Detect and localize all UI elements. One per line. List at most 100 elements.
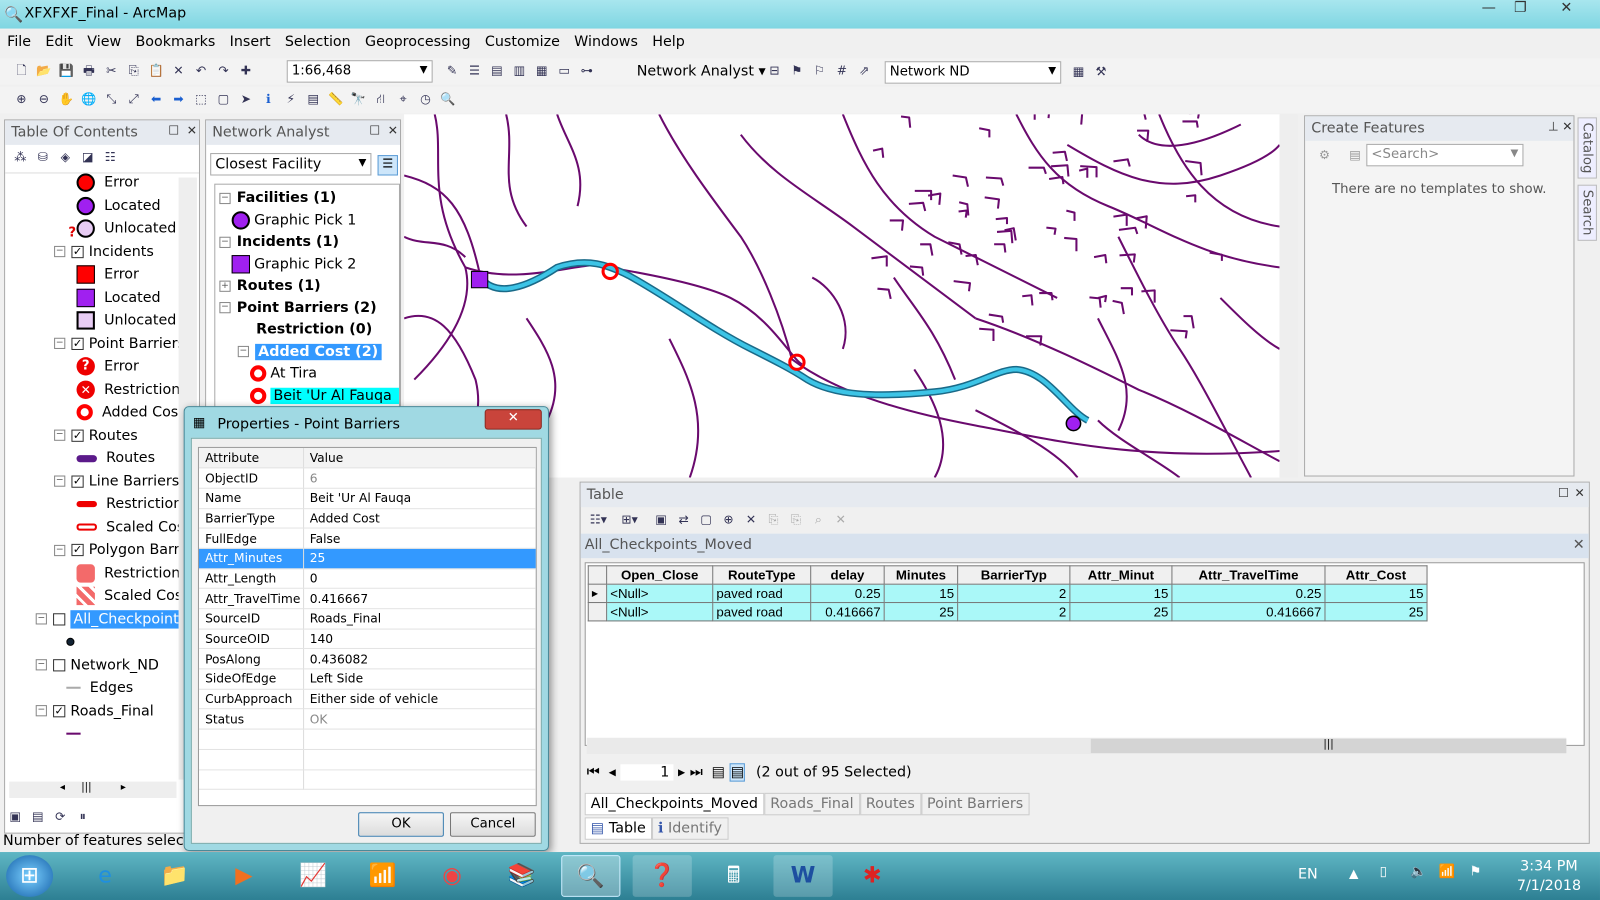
expand-toggle[interactable]: − [219,302,231,314]
menu-selection[interactable]: Selection [278,31,358,53]
network-signal-icon[interactable]: 📶 [1439,864,1456,879]
toc-item[interactable]: − ✓ Incidents [54,240,154,262]
layer-visibility-checkbox[interactable]: ✓ [71,337,84,350]
build-network-icon[interactable]: ⚒ [1093,63,1109,79]
facility-marker[interactable] [1065,415,1082,432]
toc-item[interactable]: Added Cos [76,401,178,423]
road-line[interactable] [978,127,991,138]
cancel-button[interactable]: Cancel [449,812,536,837]
menu-view[interactable]: View [80,31,128,53]
layer-tab[interactable]: Routes [859,792,921,816]
toc-horizontal-scrollbar[interactable]: ◂ ||| ▸ [9,781,177,798]
road-line[interactable] [1048,175,1065,185]
toc-dock-icon[interactable]: ☐ [168,123,179,137]
menu-help[interactable]: Help [645,31,692,53]
road-line[interactable] [1183,315,1195,329]
menu-edit[interactable]: Edit [38,31,80,53]
editor-icon[interactable]: ✎ [444,62,460,78]
route-line[interactable] [478,260,1089,423]
full-extent-icon[interactable]: 🌐 [81,91,97,107]
road-line[interactable] [1064,236,1078,252]
road-line[interactable] [1028,166,1047,175]
expand-toggle[interactable]: − [237,345,249,358]
network-analyst-menu[interactable]: Network Analyst ▾ [637,63,766,79]
road-line[interactable] [920,243,934,256]
toc-item[interactable]: Unlocated [76,309,176,331]
previous-record-button[interactable]: ◂ [609,764,616,780]
column-header-routetype[interactable]: RouteType [712,565,812,585]
action-center-icon[interactable]: ⚑ [1469,864,1481,879]
property-row[interactable]: SourceOID 140 [198,628,536,650]
road-line[interactable] [1066,144,1280,185]
column-header-minutes[interactable]: Minutes [883,565,959,585]
property-value[interactable]: 0.436082 [303,648,536,670]
column-header-attr_cost[interactable]: Attr_Cost [1324,565,1428,585]
column-header-attr_minut[interactable]: Attr_Minut [1069,565,1173,585]
road-line[interactable] [1080,165,1098,178]
find-route-icon[interactable]: ⛙ [372,91,388,107]
catalog-window-icon[interactable]: ▤ [489,62,505,78]
toc-item[interactable]: ? Error [76,355,139,377]
refresh-icon[interactable]: ⟳ [52,808,68,824]
red-app-icon[interactable]: ✱ [843,855,902,897]
road-line[interactable] [1078,167,1089,178]
road-line[interactable] [1185,194,1197,203]
map-scale-combo[interactable]: 1:66,468 ▼ [286,60,433,83]
toc-item[interactable]: Restriction [76,562,180,584]
language-indicator[interactable]: EN [1298,866,1318,882]
property-row[interactable]: Attr_TravelTime 0.416667 [198,588,536,610]
road-line[interactable] [404,174,482,278]
delete-selected-icon[interactable]: ✕ [743,511,759,527]
road-line[interactable] [556,114,582,207]
toc-item[interactable]: − ✓ Line Barriers [54,470,179,492]
map-vertical-scrollbar[interactable] [1279,114,1298,478]
table-cell[interactable]: 25 [1324,602,1428,622]
search-window-icon[interactable]: ▥ [511,62,527,78]
toc-item[interactable] [66,631,83,653]
new-icon[interactable]: 🗋 [13,62,29,78]
chart-app-icon[interactable]: 📈 [284,855,343,897]
road-line[interactable] [668,338,700,478]
property-row[interactable]: Attr_Minutes 25 [198,548,536,569]
forward-extent-icon[interactable]: ➡ [170,91,186,107]
html-popup-icon[interactable]: ▤ [305,91,321,107]
road-line[interactable] [1052,150,1068,162]
toc-options-icon[interactable]: ☷ [102,149,118,165]
clock-date[interactable]: 7/1/2018 [1508,878,1590,894]
table-row[interactable]: ▶ <Null> paved road 0.25 15 2 15 0.25 15 [587,583,1428,604]
layer-visibility-checkbox[interactable]: ✓ [71,429,84,442]
fixed-zoom-in-icon[interactable]: ⤡ [103,91,119,107]
road-line[interactable] [1119,253,1136,263]
road-line[interactable] [1004,227,1017,241]
redo-icon[interactable]: ↷ [215,62,231,78]
layer-tab[interactable]: Point Barriers [920,792,1030,816]
create-network-location-icon[interactable]: ⚑ [789,62,805,78]
zoom-in-icon[interactable]: ⊕ [13,91,29,107]
copy-icon[interactable]: ⎘ [126,62,142,78]
properties-column-header[interactable]: Attribute [198,447,304,469]
close-button[interactable]: ✕ [1551,0,1582,20]
catalog-side-tab[interactable]: Catalog [1577,117,1597,179]
property-row[interactable]: BarrierType Added Cost [198,508,536,529]
table-cell[interactable]: 25 [1069,602,1173,622]
road-line[interactable] [953,280,972,292]
toc-item[interactable]: − All_Checkpoints [35,608,190,630]
python-icon[interactable]: ▭ [556,62,572,78]
property-row[interactable]: Status OK [198,709,536,730]
layer-tab[interactable]: All_Checkpoints_Moved [584,792,765,816]
road-line[interactable] [1026,114,1036,120]
layer-visibility-checkbox[interactable]: ✓ [53,704,66,717]
winrar-icon[interactable]: 📚 [492,855,551,897]
toc-window-icon[interactable]: ☰ [466,62,482,78]
restore-button[interactable]: ❐ [1505,0,1536,20]
zoom-out-icon[interactable]: ⊖ [36,91,52,107]
road-line[interactable] [1120,287,1134,296]
property-value[interactable]: 6 [303,468,536,489]
road-line[interactable] [913,368,945,478]
property-row[interactable]: CurbApproach Either side of vehicle [198,689,536,710]
select-elements-icon[interactable]: ➤ [238,91,254,107]
road-line[interactable] [1118,226,1139,235]
template-view-icon[interactable]: ▤ [1347,147,1363,163]
road-line[interactable] [1219,297,1280,350]
switch-selection-icon[interactable]: ⇄ [676,511,692,527]
